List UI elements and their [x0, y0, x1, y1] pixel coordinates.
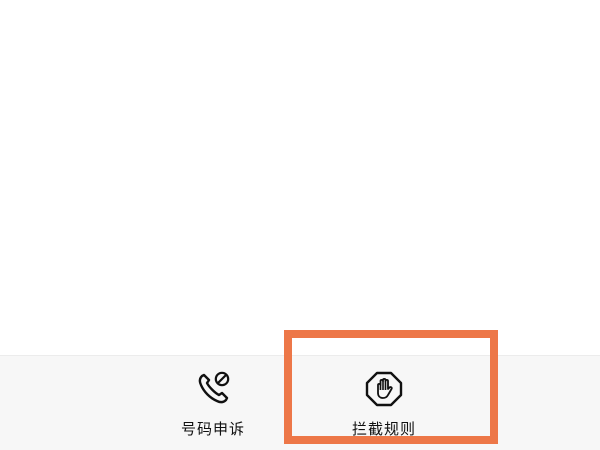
nav-item-label: 拦截规则 [351, 420, 416, 438]
nav-item-number-appeal[interactable]: 号码申诉 [153, 370, 273, 440]
nav-item-block-rules[interactable]: 拦截规则 [324, 370, 444, 440]
content-area [0, 0, 600, 355]
stop-hand-icon [365, 371, 403, 407]
nav-item-label: 号码申诉 [180, 420, 245, 438]
phone-blocked-icon [198, 371, 230, 404]
bottom-nav-bar: 号码申诉 拦截规则 [0, 355, 600, 450]
screen: 号码申诉 拦截规则 [0, 0, 600, 450]
